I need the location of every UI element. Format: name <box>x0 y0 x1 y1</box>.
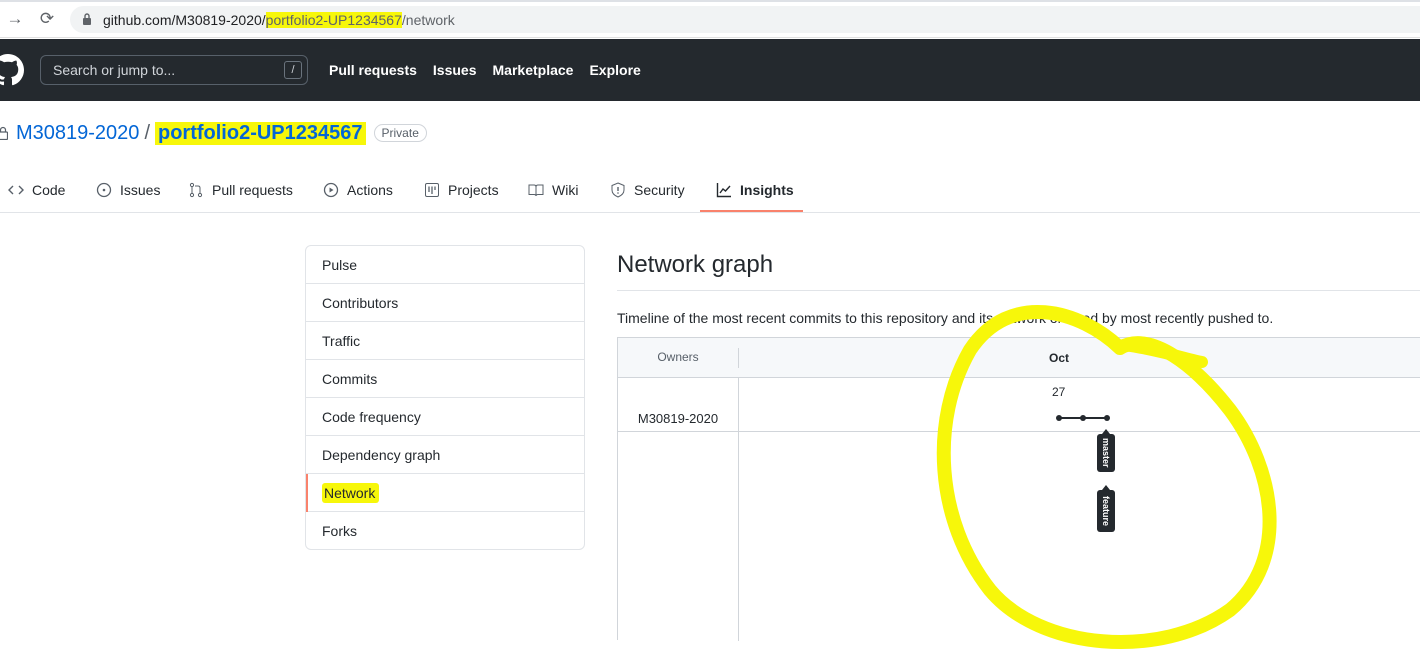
browser-tabstrip <box>0 0 1420 2</box>
tab-security[interactable]: Security <box>610 166 685 213</box>
commit-dot[interactable] <box>1104 415 1110 421</box>
repo-separator: / <box>144 121 150 144</box>
tab-pull-requests[interactable]: Pull requests <box>188 166 293 213</box>
menu-item-network-label: Network <box>322 483 380 503</box>
repo-lock-icon <box>0 126 8 140</box>
tab-issues[interactable]: Issues <box>96 166 160 213</box>
project-icon <box>425 182 439 197</box>
url-prefix: github.com/M30819-2020/ <box>103 12 266 28</box>
header-divider <box>738 348 739 368</box>
nav-issues[interactable]: Issues <box>433 62 477 78</box>
owner-row-divider <box>618 431 1420 432</box>
menu-item-dependency-graph[interactable]: Dependency graph <box>306 436 584 474</box>
menu-item-traffic[interactable]: Traffic <box>306 322 584 360</box>
commit-dot[interactable] <box>1056 415 1062 421</box>
menu-item-commits[interactable]: Commits <box>306 360 584 398</box>
branch-label-master: master <box>1097 429 1115 472</box>
search-box[interactable]: / <box>40 55 308 85</box>
tab-code-label: Code <box>32 181 66 198</box>
branch-label-feature: feature <box>1097 485 1115 532</box>
tab-projects-label: Projects <box>448 181 499 198</box>
repo-tab-bar: Code Issues Pull requests Actions Projec… <box>0 166 1420 213</box>
owner-name[interactable]: M30819-2020 <box>618 411 738 426</box>
menu-item-network[interactable]: Network <box>306 474 584 512</box>
day-label: 27 <box>1052 385 1066 399</box>
tab-actions-label: Actions <box>347 181 393 198</box>
nav-explore[interactable]: Explore <box>589 62 640 78</box>
graph-header: Owners Oct <box>618 338 1420 378</box>
tab-wiki-label: Wiki <box>552 181 579 198</box>
owners-column-header: Owners <box>657 350 699 364</box>
network-graph[interactable]: Owners Oct 27 M30819-2020 master feature <box>617 337 1420 641</box>
month-label: Oct <box>1049 351 1070 365</box>
repo-owner-link[interactable]: M30819-2020 <box>16 122 139 145</box>
active-tab-underline <box>700 210 803 212</box>
book-icon <box>528 184 544 196</box>
commit-dot[interactable] <box>1080 415 1086 421</box>
tab-code[interactable]: Code <box>8 166 65 213</box>
global-nav: Pull requests Issues Marketplace Explore <box>329 62 657 78</box>
play-icon <box>323 182 339 197</box>
nav-pull-requests[interactable]: Pull requests <box>329 62 417 78</box>
github-header: / Pull requests Issues Marketplace Explo… <box>0 39 1420 101</box>
url-text: github.com/M30819-2020/portfolio2-UP1234… <box>103 12 455 28</box>
menu-item-forks[interactable]: Forks <box>306 512 584 549</box>
url-repo-highlight: portfolio2-UP1234567 <box>265 12 402 28</box>
owner-column-divider <box>738 378 739 641</box>
visibility-badge: Private <box>373 124 427 142</box>
page-title: Network graph <box>617 251 774 278</box>
menu-item-contributors[interactable]: Contributors <box>306 284 584 322</box>
pull-request-icon <box>189 182 203 197</box>
tab-security-label: Security <box>634 181 685 198</box>
branch-master-text: master <box>1101 438 1111 468</box>
repo-title: M30819-2020 / portfolio2-UP1234567 Priva… <box>0 119 427 147</box>
tab-wiki[interactable]: Wiki <box>528 166 578 213</box>
issue-icon <box>96 182 112 197</box>
menu-item-pulse[interactable]: Pulse <box>306 246 584 284</box>
tab-pull-requests-label: Pull requests <box>212 181 293 198</box>
address-bar[interactable]: github.com/M30819-2020/portfolio2-UP1234… <box>70 6 1420 33</box>
menu-item-code-frequency[interactable]: Code frequency <box>306 398 584 436</box>
tab-insights[interactable]: Insights <box>710 166 818 213</box>
reload-icon[interactable]: ⟳ <box>36 8 58 30</box>
commit-line <box>1056 415 1110 421</box>
code-icon <box>8 185 24 194</box>
back-arrow-icon[interactable]: → <box>4 8 26 30</box>
url-suffix: /network <box>401 12 455 28</box>
insights-menu: Pulse Contributors Traffic Commits Code … <box>305 245 585 550</box>
branch-feature-text: feature <box>1101 495 1111 526</box>
github-logo-icon[interactable] <box>0 54 24 86</box>
shield-icon <box>611 181 625 198</box>
heading-divider <box>617 290 1420 291</box>
slash-shortcut-badge: / <box>284 61 302 79</box>
graph-icon <box>716 182 731 197</box>
tab-insights-label: Insights <box>740 181 794 198</box>
page-description: Timeline of the most recent commits to t… <box>617 310 1274 326</box>
tab-projects[interactable]: Projects <box>424 166 499 213</box>
repo-name-link[interactable]: portfolio2-UP1234567 <box>155 121 366 145</box>
tab-actions[interactable]: Actions <box>323 166 393 213</box>
lock-icon <box>83 13 91 25</box>
browser-toolbar: → ⟳ github.com/M30819-2020/portfolio2-UP… <box>0 0 1420 38</box>
search-input[interactable] <box>41 56 271 84</box>
nav-marketplace[interactable]: Marketplace <box>493 62 574 78</box>
tab-issues-label: Issues <box>120 181 161 198</box>
